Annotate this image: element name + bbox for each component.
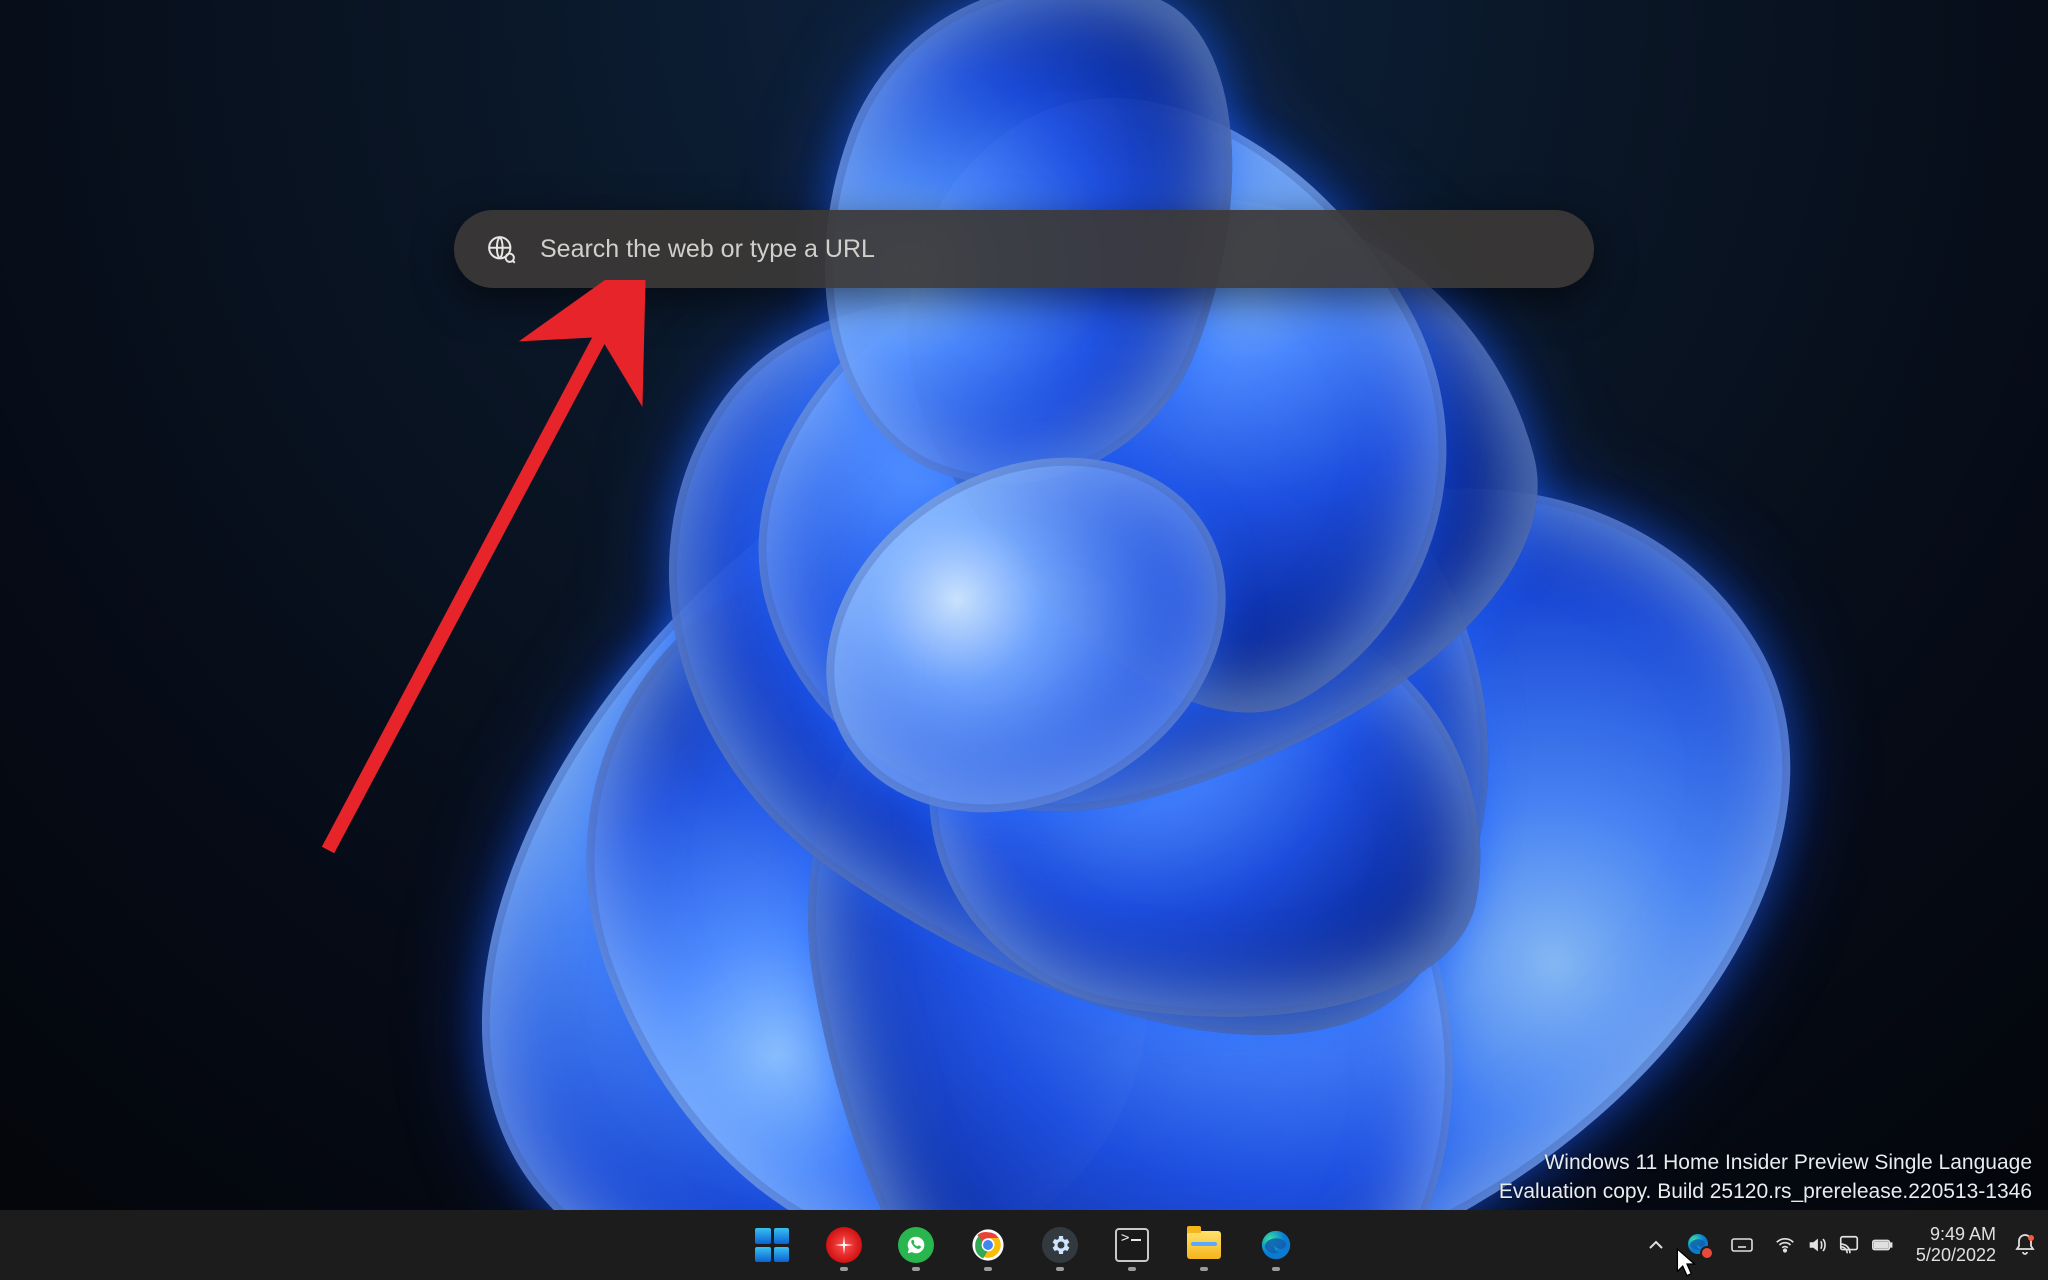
taskbar-app-terminal[interactable] <box>1103 1216 1161 1274</box>
taskbar-app-settings[interactable] <box>1031 1216 1089 1274</box>
keyboard-icon <box>1730 1233 1754 1257</box>
search-globe-icon <box>486 234 516 264</box>
folder-icon <box>1187 1231 1221 1259</box>
watermark-line-1: Windows 11 Home Insider Preview Single L… <box>1499 1149 2032 1177</box>
cast-icon <box>1838 1234 1860 1256</box>
tray-overflow-button[interactable] <box>1636 1216 1676 1274</box>
network-sound-battery-group[interactable] <box>1764 1216 1904 1274</box>
taskbar: 9:49 AM 5/20/2022 <box>0 1210 2048 1280</box>
volume-icon <box>1806 1234 1828 1256</box>
chevron-up-icon <box>1644 1233 1668 1257</box>
taskbar-app-edge[interactable] <box>1247 1216 1305 1274</box>
taskbar-clock[interactable]: 9:49 AM 5/20/2022 <box>1906 1216 2006 1274</box>
edge-tray-icon <box>1686 1232 1712 1258</box>
terminal-icon <box>1115 1228 1149 1262</box>
wifi-icon <box>1774 1234 1796 1256</box>
windows-logo-icon <box>755 1228 789 1262</box>
desktop-search-bar[interactable] <box>454 210 1594 288</box>
chrome-icon <box>971 1228 1005 1262</box>
clock-time: 9:49 AM <box>1916 1224 1996 1245</box>
desktop-search-input[interactable] <box>538 234 1562 265</box>
bell-icon <box>2013 1233 2037 1257</box>
battery-icon <box>1870 1234 1894 1256</box>
desktop-wallpaper <box>0 0 2048 1280</box>
windows-build-watermark: Windows 11 Home Insider Preview Single L… <box>1499 1149 2032 1206</box>
taskbar-center-group <box>743 1210 1305 1280</box>
taskbar-app-huawei[interactable] <box>815 1216 873 1274</box>
whatsapp-icon <box>898 1227 934 1263</box>
watermark-line-2: Evaluation copy. Build 25120.rs_prerelea… <box>1499 1178 2032 1206</box>
start-button[interactable] <box>743 1216 801 1274</box>
touch-keyboard-button[interactable] <box>1722 1216 1762 1274</box>
edge-icon <box>1259 1228 1293 1262</box>
notifications-button[interactable] <box>2008 1216 2042 1274</box>
clock-date: 5/20/2022 <box>1916 1245 1996 1266</box>
taskbar-app-file-explorer[interactable] <box>1175 1216 1233 1274</box>
system-tray: 9:49 AM 5/20/2022 <box>1636 1210 2042 1280</box>
tray-edge-button[interactable] <box>1678 1216 1720 1274</box>
taskbar-app-chrome[interactable] <box>959 1216 1017 1274</box>
taskbar-app-whatsapp[interactable] <box>887 1216 945 1274</box>
gear-icon <box>1042 1227 1078 1263</box>
huawei-icon <box>826 1227 862 1263</box>
